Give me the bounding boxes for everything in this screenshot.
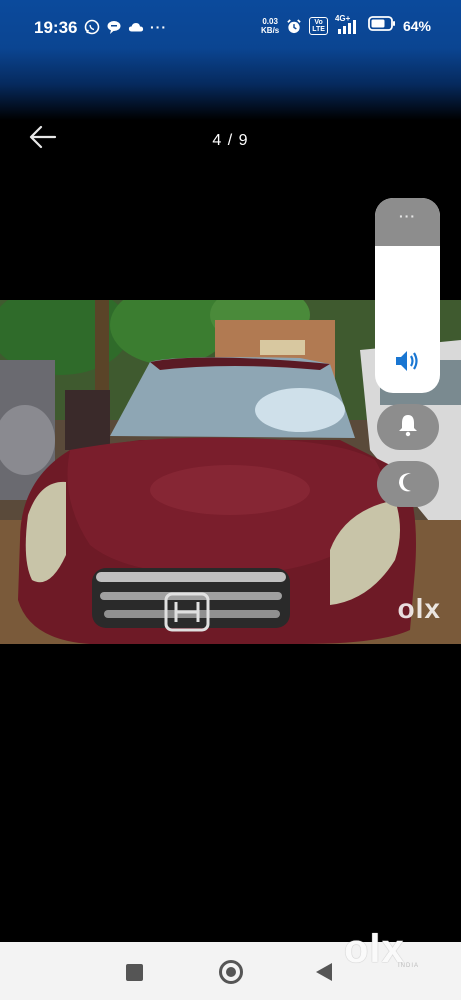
moon-icon <box>397 471 419 498</box>
alarm-icon <box>286 18 302 34</box>
photo-watermark: olx <box>397 593 441 624</box>
brand-watermark: olx <box>344 927 405 971</box>
volte-top: Vo <box>314 19 323 26</box>
bell-icon <box>397 413 419 442</box>
volte-badge: Vo LTE <box>309 17 328 35</box>
back-triangle-icon[interactable] <box>316 963 332 981</box>
network-speed: 0.03 KB/s <box>261 17 279 35</box>
speed-unit: KB/s <box>261 26 280 35</box>
status-right-icons: 0.03 KB/s Vo LTE 4G+ 64% <box>261 14 431 36</box>
volume-more-button[interactable]: ··· <box>375 198 440 246</box>
battery-icon <box>368 16 396 36</box>
status-bar: 19:36 ··· 0.03 KB/s Vo LTE 4G+ 64% <box>0 0 461 120</box>
signal-icon: 4G+ <box>335 14 361 35</box>
brand-watermark-sub: INDIA <box>398 963 420 969</box>
chat-bubble-icon <box>106 19 122 35</box>
speed-value: 0.03 <box>262 17 278 26</box>
ring-mode-button[interactable] <box>377 404 439 450</box>
image-counter: 4 / 9 <box>212 132 249 149</box>
screen: 19:36 ··· 0.03 KB/s Vo LTE 4G+ 64% 4 / 9… <box>0 0 461 1000</box>
more-dots-icon: ··· <box>399 208 416 224</box>
volte-bottom: LTE <box>312 26 325 33</box>
status-left-icons: ··· <box>84 19 167 35</box>
speaker-icon[interactable] <box>393 348 423 374</box>
status-time: 19:36 <box>34 18 78 37</box>
status-more-dots: ··· <box>150 19 167 35</box>
battery-percent: 64% <box>402 18 431 34</box>
volume-slider[interactable]: ··· <box>375 198 440 393</box>
cloud-icon <box>128 19 144 35</box>
dnd-button[interactable] <box>377 461 439 507</box>
recents-square-icon[interactable] <box>126 964 143 981</box>
home-circle-icon[interactable] <box>219 960 243 984</box>
whatsapp-icon <box>84 19 100 35</box>
